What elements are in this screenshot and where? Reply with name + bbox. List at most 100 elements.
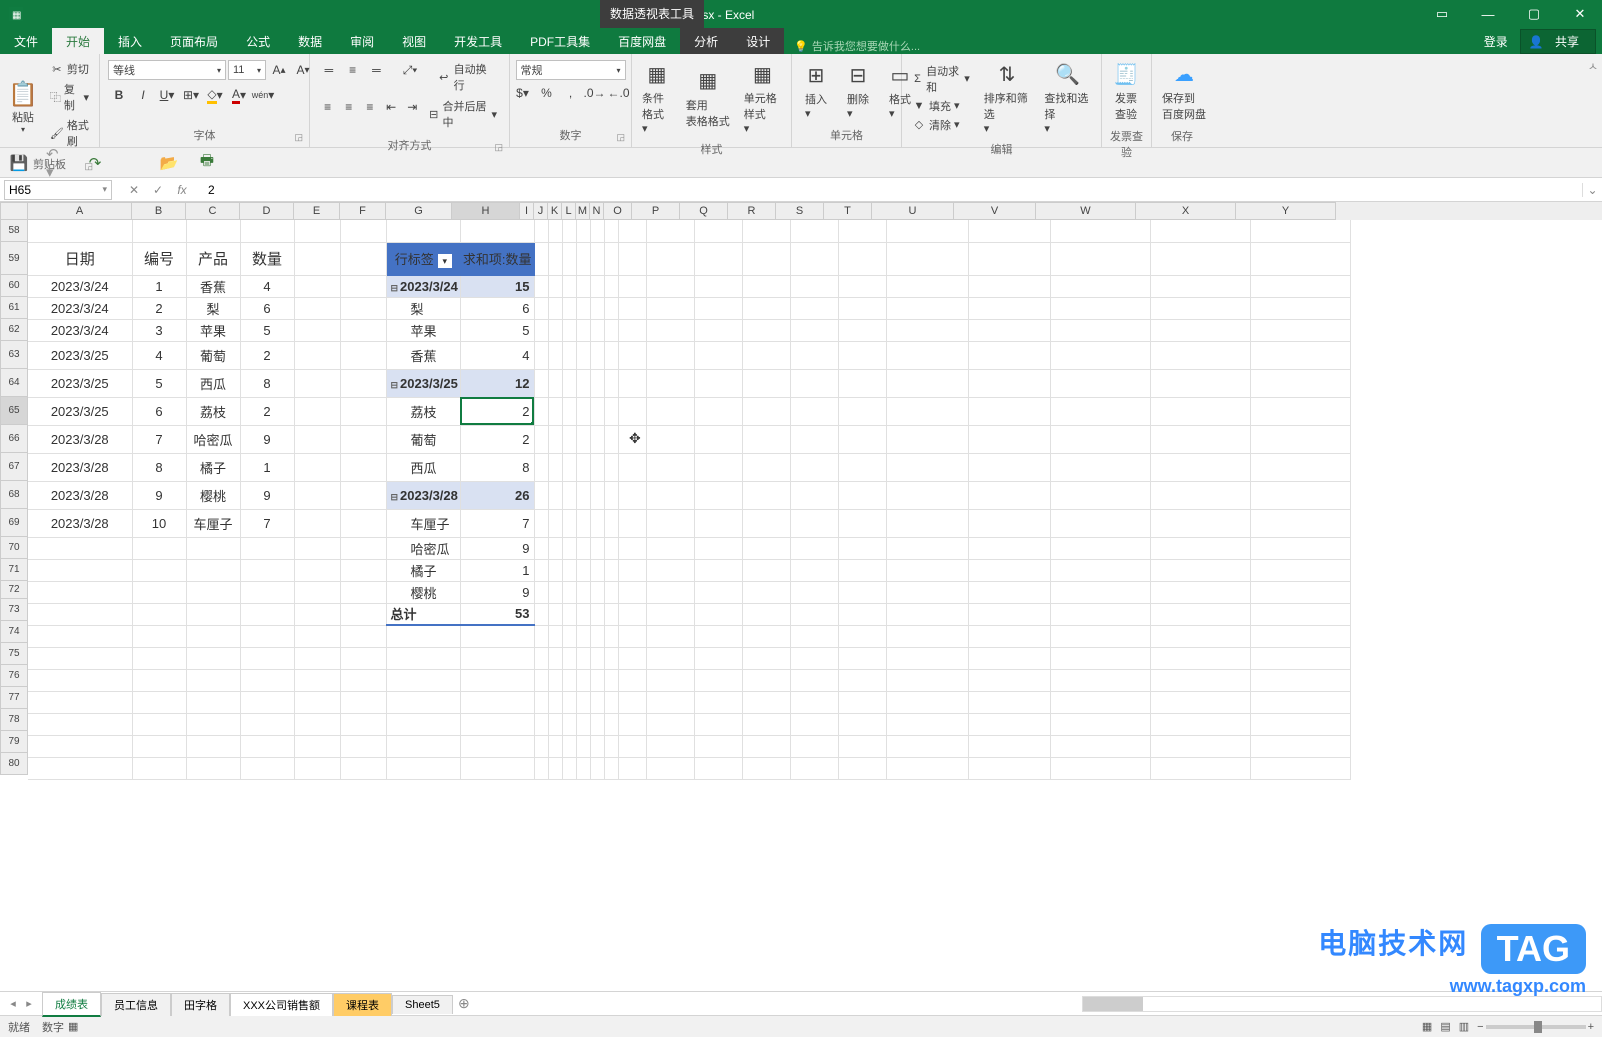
conditional-format-button[interactable]: ▦条件格式▾ xyxy=(636,56,678,139)
font-name-combo[interactable]: 等线▾ xyxy=(108,60,226,80)
cell-J58[interactable] xyxy=(548,220,562,242)
cell-X62[interactable] xyxy=(1150,319,1250,341)
cell-V61[interactable] xyxy=(968,297,1050,319)
cell-H69[interactable]: 7 xyxy=(460,509,534,537)
row-header-68[interactable]: 68 xyxy=(0,481,28,509)
cell-I61[interactable] xyxy=(534,297,548,319)
select-all-button[interactable] xyxy=(0,202,28,220)
clipboard-dialog-icon[interactable]: ◲ xyxy=(84,161,93,172)
indent-dec-button[interactable]: ⇤ xyxy=(382,97,401,117)
cell-V69[interactable] xyxy=(968,509,1050,537)
cell-Q72[interactable] xyxy=(694,581,742,603)
copy-button[interactable]: ⿻复制 ▾ xyxy=(46,80,93,114)
cell-I67[interactable] xyxy=(534,453,548,481)
merge-center-button[interactable]: ⊟合并后居中▾ xyxy=(424,97,501,131)
row-header-78[interactable]: 78 xyxy=(0,709,28,731)
row-header-60[interactable]: 60 xyxy=(0,275,28,297)
cell-I60[interactable] xyxy=(534,275,548,297)
cell-X64[interactable] xyxy=(1150,369,1250,397)
cell-L71[interactable] xyxy=(576,559,590,581)
cell-C65[interactable]: 荔枝 xyxy=(186,397,240,425)
cell-M61[interactable] xyxy=(590,297,604,319)
cell-N70[interactable] xyxy=(604,537,618,559)
cell-N65[interactable] xyxy=(604,397,618,425)
cell-I72[interactable] xyxy=(534,581,548,603)
cell-K63[interactable] xyxy=(562,341,576,369)
cell-I77[interactable] xyxy=(534,691,548,713)
cell-P66[interactable] xyxy=(646,425,694,453)
cell-H64[interactable]: 12 xyxy=(460,369,534,397)
cell-Q69[interactable] xyxy=(694,509,742,537)
cell-R77[interactable] xyxy=(742,691,790,713)
cell-H66[interactable]: 2 xyxy=(460,425,534,453)
cell-S68[interactable] xyxy=(790,481,838,509)
cell-C66[interactable]: 哈密瓜 xyxy=(186,425,240,453)
cell-K75[interactable] xyxy=(562,647,576,669)
cell-P73[interactable] xyxy=(646,603,694,625)
invoice-button[interactable]: 🧾发票 查验 xyxy=(1106,56,1146,126)
cell-F72[interactable] xyxy=(340,581,386,603)
col-header-F[interactable]: F xyxy=(340,202,386,220)
cell-H71[interactable]: 1 xyxy=(460,559,534,581)
cell-Y80[interactable] xyxy=(1250,757,1350,779)
cell-V63[interactable] xyxy=(968,341,1050,369)
cell-E71[interactable] xyxy=(294,559,340,581)
cell-U67[interactable] xyxy=(886,453,968,481)
cell-M76[interactable] xyxy=(590,669,604,691)
cell-A80[interactable] xyxy=(28,757,132,779)
cell-P58[interactable] xyxy=(646,220,694,242)
cell-X72[interactable] xyxy=(1150,581,1250,603)
tab-data[interactable]: 数据 xyxy=(284,28,336,54)
cell-W65[interactable] xyxy=(1050,397,1150,425)
cell-S58[interactable] xyxy=(790,220,838,242)
cell-C75[interactable] xyxy=(186,647,240,669)
cell-I64[interactable] xyxy=(534,369,548,397)
cell-P76[interactable] xyxy=(646,669,694,691)
cell-V59[interactable] xyxy=(968,242,1050,275)
cell-I59[interactable] xyxy=(534,242,548,275)
row-header-69[interactable]: 69 xyxy=(0,509,28,537)
cell-Y67[interactable] xyxy=(1250,453,1350,481)
cell-R58[interactable] xyxy=(742,220,790,242)
cell-X75[interactable] xyxy=(1150,647,1250,669)
cell-F58[interactable] xyxy=(340,220,386,242)
cell-V76[interactable] xyxy=(968,669,1050,691)
row-header-67[interactable]: 67 xyxy=(0,453,28,481)
cell-X70[interactable] xyxy=(1150,537,1250,559)
cell-L73[interactable] xyxy=(576,603,590,625)
cell-U58[interactable] xyxy=(886,220,968,242)
name-box[interactable]: H65▾ xyxy=(4,180,112,200)
cell-M65[interactable] xyxy=(590,397,604,425)
cell-D61[interactable]: 6 xyxy=(240,297,294,319)
cell-T78[interactable] xyxy=(838,713,886,735)
cell-D63[interactable]: 2 xyxy=(240,341,294,369)
cell-K58[interactable] xyxy=(562,220,576,242)
cell-Y73[interactable] xyxy=(1250,603,1350,625)
cell-C67[interactable]: 橘子 xyxy=(186,453,240,481)
cell-U80[interactable] xyxy=(886,757,968,779)
bold-button[interactable]: B xyxy=(108,85,130,105)
cell-L65[interactable] xyxy=(576,397,590,425)
cell-L60[interactable] xyxy=(576,275,590,297)
cell-B80[interactable] xyxy=(132,757,186,779)
cell-Q67[interactable] xyxy=(694,453,742,481)
cell-K76[interactable] xyxy=(562,669,576,691)
cell-E58[interactable] xyxy=(294,220,340,242)
cell-C78[interactable] xyxy=(186,713,240,735)
cell-A70[interactable] xyxy=(28,537,132,559)
row-header-64[interactable]: 64 xyxy=(0,369,28,397)
cell-N79[interactable] xyxy=(604,735,618,757)
row-header-77[interactable]: 77 xyxy=(0,687,28,709)
cell-S59[interactable] xyxy=(790,242,838,275)
cell-L66[interactable] xyxy=(576,425,590,453)
cell-D59[interactable]: 数量 xyxy=(240,242,294,275)
cell-C68[interactable]: 樱桃 xyxy=(186,481,240,509)
tab-baidu[interactable]: 百度网盘 xyxy=(604,28,680,54)
cell-B73[interactable] xyxy=(132,603,186,625)
cell-J78[interactable] xyxy=(548,713,562,735)
cell-D72[interactable] xyxy=(240,581,294,603)
cell-M78[interactable] xyxy=(590,713,604,735)
cell-G59[interactable]: 行标签▾ xyxy=(386,242,460,275)
cancel-formula-button[interactable]: ✕ xyxy=(126,183,142,197)
cell-Q63[interactable] xyxy=(694,341,742,369)
